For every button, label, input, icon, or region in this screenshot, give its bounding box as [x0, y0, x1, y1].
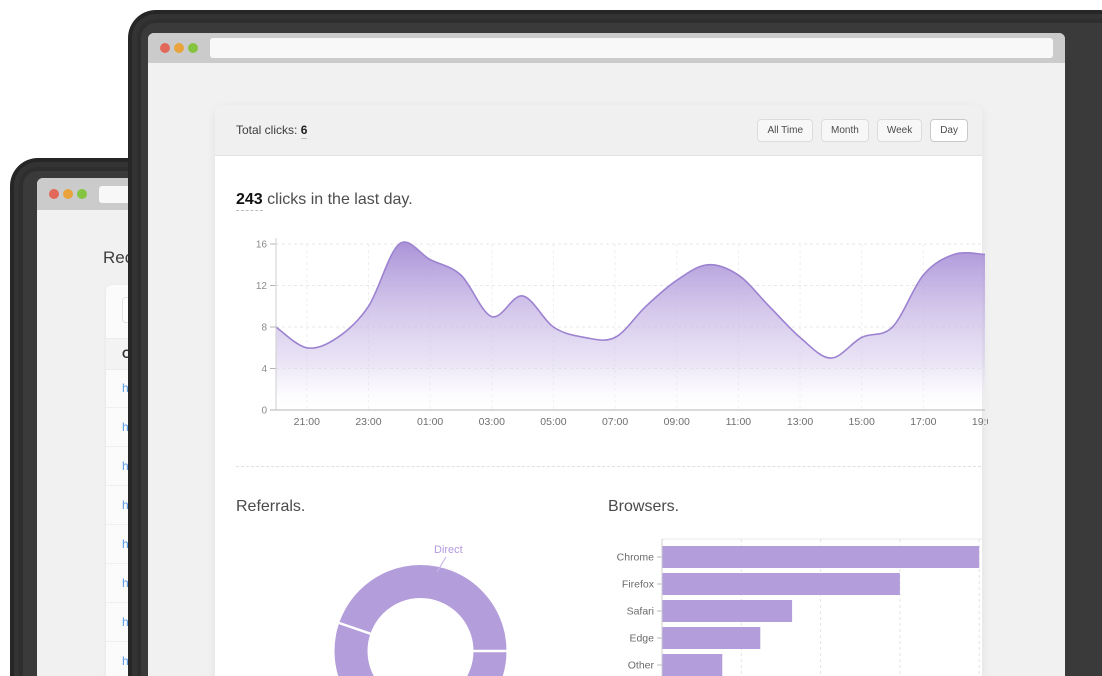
clicks-headline-text: clicks in the last day.	[263, 191, 413, 208]
screenshot-canvas: Recent Original https:// https:// https:…	[0, 0, 1102, 676]
section-divider	[236, 466, 981, 467]
clicks-headline-value: 243	[236, 191, 263, 211]
svg-text:05:00: 05:00	[540, 416, 566, 428]
total-clicks-label: Total clicks: 6	[236, 123, 307, 137]
fg-browser-window: Total clicks: 6 All Time Month Week Day …	[148, 33, 1065, 676]
browsers-bar-chart: Chrome Firefox Safari Edge Other	[606, 533, 991, 676]
range-button-all-time[interactable]: All Time	[757, 119, 813, 142]
total-clicks-value: 6	[301, 123, 308, 139]
svg-text:01:00: 01:00	[417, 416, 443, 428]
fg-url-bar[interactable]	[210, 38, 1053, 58]
browsers-title: Browsers.	[608, 498, 679, 516]
svg-text:Edge: Edge	[629, 633, 654, 645]
svg-text:07:00: 07:00	[602, 416, 628, 428]
clicks-headline: 243 clicks in the last day.	[236, 191, 413, 209]
svg-text:Direct: Direct	[434, 544, 463, 556]
svg-text:16: 16	[256, 240, 268, 251]
fg-browser-chrome	[148, 33, 1065, 63]
zoom-icon[interactable]	[188, 43, 198, 53]
svg-text:21:00: 21:00	[294, 416, 320, 428]
total-clicks-text: Total clicks:	[236, 123, 297, 137]
svg-text:12: 12	[256, 281, 268, 292]
bg-traffic-lights	[49, 189, 87, 199]
fg-device-frame: Total clicks: 6 All Time Month Week Day …	[128, 10, 1102, 676]
referrals-title: Referrals.	[236, 498, 305, 516]
svg-text:23:00: 23:00	[355, 416, 381, 428]
svg-text:0: 0	[261, 406, 267, 417]
referrals-donut-chart: Direct	[330, 533, 520, 676]
svg-text:Chrome: Chrome	[617, 552, 655, 564]
svg-text:19:00: 19:00	[972, 416, 988, 428]
svg-text:03:00: 03:00	[479, 416, 505, 428]
svg-text:13:00: 13:00	[787, 416, 813, 428]
clicks-area-chart: 0 4 8 12 16 21:00 23:00 01:00 03:00 05:00 07:00 09:…	[236, 228, 988, 432]
range-button-day[interactable]: Day	[930, 119, 968, 142]
svg-text:09:00: 09:00	[664, 416, 690, 428]
close-icon[interactable]	[160, 43, 170, 53]
svg-text:4: 4	[261, 364, 267, 375]
svg-text:8: 8	[261, 323, 267, 334]
svg-text:15:00: 15:00	[849, 416, 875, 428]
close-icon[interactable]	[49, 189, 59, 199]
svg-text:Firefox: Firefox	[622, 579, 655, 591]
svg-text:17:00: 17:00	[910, 416, 936, 428]
minimize-icon[interactable]	[63, 189, 73, 199]
svg-text:Safari: Safari	[627, 606, 654, 618]
time-range-group: All Time Month Week Day	[757, 119, 968, 142]
analytics-card: Total clicks: 6 All Time Month Week Day …	[215, 105, 982, 676]
svg-text:Other: Other	[628, 660, 655, 672]
svg-text:11:00: 11:00	[726, 416, 752, 428]
range-button-week[interactable]: Week	[877, 119, 922, 142]
zoom-icon[interactable]	[77, 189, 87, 199]
minimize-icon[interactable]	[174, 43, 184, 53]
analytics-card-header: Total clicks: 6 All Time Month Week Day	[215, 105, 982, 156]
range-button-month[interactable]: Month	[821, 119, 869, 142]
fg-traffic-lights	[160, 43, 198, 53]
